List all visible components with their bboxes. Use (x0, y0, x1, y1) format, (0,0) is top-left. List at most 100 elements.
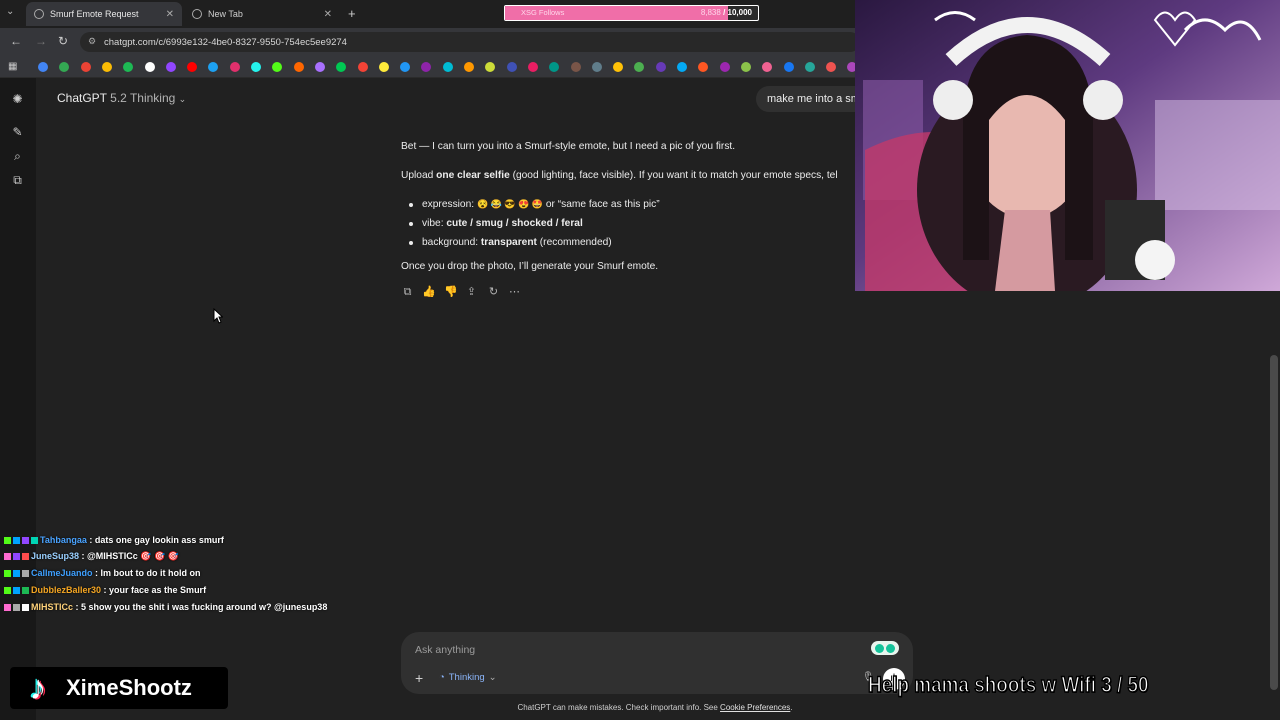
chat-badge-icon (22, 553, 29, 561)
reply-paragraph: Upload one clear selfie (good lighting, … (401, 170, 838, 181)
tab-new-tab[interactable]: New Tab ✕ (184, 2, 340, 26)
chat-text: : 5 show you the shit i was fucking arou… (73, 602, 328, 612)
openai-logo-icon[interactable]: ✺ (11, 93, 24, 106)
bullet-dot (409, 241, 413, 245)
chat-badge-icon (22, 587, 29, 595)
tab-title: Smurf Emote Request (50, 9, 139, 19)
chat-badge-icon (22, 537, 29, 545)
bookmark-favicon-icon[interactable] (144, 62, 155, 72)
back-arrow-icon[interactable]: ← (10, 34, 22, 48)
chat-badge-icon (13, 553, 20, 561)
bookmark-favicon-icon[interactable] (464, 62, 474, 72)
bullet-dot (409, 222, 413, 226)
bookmark-favicon-icon[interactable] (783, 62, 794, 72)
close-tab-icon[interactable]: ✕ (324, 9, 332, 20)
grammarly-icon (875, 643, 884, 653)
scrollbar[interactable] (1270, 355, 1278, 690)
chat-username[interactable]: Tahbangaa (40, 535, 87, 545)
follower-goal-count: 8,838 / 10,000 (700, 8, 752, 17)
bookmark-favicon-icon[interactable] (38, 62, 48, 72)
bullet-expression: expression: 😵 😂 😎 😍 🤩 or “same face as t… (422, 199, 660, 210)
chat-badge-icon (13, 604, 20, 612)
more-options-icon[interactable]: ⋯ (508, 286, 521, 299)
thumbs-down-icon[interactable]: 👎 (444, 286, 458, 299)
bookmark-favicon-icon[interactable] (442, 62, 453, 72)
bookmark-favicon-icon[interactable] (570, 62, 581, 72)
prompt-input[interactable]: Ask anything (415, 644, 475, 656)
chevron-down-icon: ⌄ (488, 672, 497, 683)
chat-username[interactable]: CallmeJuando (31, 568, 93, 578)
tab-smurf-emote[interactable]: Smurf Emote Request ✕ (26, 2, 182, 26)
model-selector[interactable]: ChatGPT 5.2 Thinking ⌄ (57, 91, 186, 105)
chat-badge-icon (13, 537, 20, 545)
cookie-preferences-link[interactable]: Cookie Preferences (720, 703, 790, 712)
copy-icon[interactable]: ⧉ (401, 286, 414, 299)
url-bar[interactable]: ⚙ chatgpt.com/c/6993e132-4be0-8327-9550-… (80, 32, 860, 52)
chat-text: : your face as the Smurf (101, 585, 207, 595)
forward-arrow-icon[interactable]: → (35, 34, 47, 48)
sidebar: ✺ ✎ ⌕ ⧉ (0, 78, 36, 720)
bookmark-favicon-icon[interactable] (357, 62, 368, 72)
stream-goal-text: Help mama shoots w Wifi 3 / 50 (867, 671, 1149, 698)
bookmark-favicon-icon[interactable] (527, 62, 538, 72)
chat-message: MIHSTICc : 5 show you the shit i was fuc… (4, 602, 327, 612)
tab-search-icon[interactable]: ⌄ (6, 6, 14, 17)
site-info-icon[interactable]: ⚙ (88, 36, 96, 47)
bookmark-favicon-icon[interactable] (293, 62, 304, 72)
close-tab-icon[interactable]: ✕ (166, 9, 174, 20)
chevron-down-icon: ⌄ (178, 94, 187, 104)
follower-goal-bar: XSG Follows 8,838 / 10,000 (504, 5, 759, 21)
attach-plus-icon[interactable]: + (415, 670, 423, 686)
bookmark-favicon-icon[interactable] (655, 62, 666, 72)
chat-badge-icon (4, 537, 11, 545)
bookmark-favicon-icon[interactable] (165, 62, 176, 72)
chat-username[interactable]: MIHSTICc (31, 602, 73, 612)
composer[interactable]: Ask anything + ◔ Thinking ⌄ 🎙 ılı (401, 632, 913, 694)
chat-badge-icon (31, 537, 38, 545)
bookmark-favicon-icon[interactable] (506, 62, 517, 72)
grammarly-icon (886, 643, 895, 653)
regenerate-icon[interactable]: ↻ (487, 286, 500, 299)
reload-icon[interactable]: ↻ (58, 34, 68, 48)
reply-paragraph: Bet — I can turn you into a Smurf-style … (401, 141, 736, 152)
chat-badge-icon (13, 587, 20, 595)
bookmark-favicon-icon[interactable] (101, 62, 112, 72)
bookmark-favicon-icon[interactable] (229, 62, 240, 72)
grammarly-badge[interactable] (871, 641, 899, 655)
bookmark-favicon-icon[interactable] (677, 62, 687, 72)
bookmark-favicon-icon[interactable] (314, 62, 325, 72)
apps-grid-icon[interactable]: ▦ (8, 61, 17, 72)
bookmark-favicon-icon[interactable] (80, 62, 91, 72)
bookmark-favicon-icon[interactable] (804, 62, 815, 72)
bookmark-favicon-icon[interactable] (591, 62, 602, 72)
chat-username[interactable]: DubblezBaller30 (31, 585, 101, 595)
webcam-feed (855, 0, 1280, 291)
chat-badge-icon (22, 570, 29, 578)
tiktok-overlay: ♪ XimeShootz (10, 667, 228, 709)
chat-badge-icon (4, 587, 11, 595)
follower-goal-label: XSG Follows (521, 8, 565, 17)
share-icon[interactable]: ⇪ (465, 286, 478, 299)
library-icon[interactable]: ⧉ (11, 174, 24, 187)
chat-badge-icon (4, 570, 11, 578)
reply-paragraph: Once you drop the photo, I’ll generate y… (401, 261, 659, 272)
chat-text: : Im bout to do it hold on (92, 568, 201, 578)
chat-message: CallmeJuando : Im bout to do it hold on (4, 568, 201, 578)
tiktok-logo-icon: ♪ (29, 669, 47, 707)
bookmark-favicon-icon[interactable] (740, 62, 751, 72)
chat-text: : dats one gay lookin ass smurf (86, 535, 224, 545)
search-icon[interactable]: ⌕ (11, 150, 24, 163)
bookmark-favicon-icon[interactable] (251, 62, 261, 72)
new-tab-plus-icon[interactable]: + (348, 6, 356, 21)
thumbs-up-icon[interactable]: 👍 (422, 286, 436, 299)
new-chat-icon[interactable]: ✎ (11, 126, 24, 139)
thinking-mode-button[interactable]: ◔ Thinking ⌄ (439, 672, 497, 683)
bookmark-favicon-icon[interactable] (719, 62, 730, 72)
bullet-background: background: transparent (recommended) (422, 237, 612, 248)
thinking-label: Thinking (448, 672, 485, 683)
model-name: ChatGPT (57, 91, 107, 105)
clock-icon: ◔ (439, 672, 445, 683)
chat-username[interactable]: JuneSup38 (31, 551, 79, 561)
bookmark-favicon-icon[interactable] (378, 62, 389, 72)
tab-title: New Tab (208, 9, 243, 19)
